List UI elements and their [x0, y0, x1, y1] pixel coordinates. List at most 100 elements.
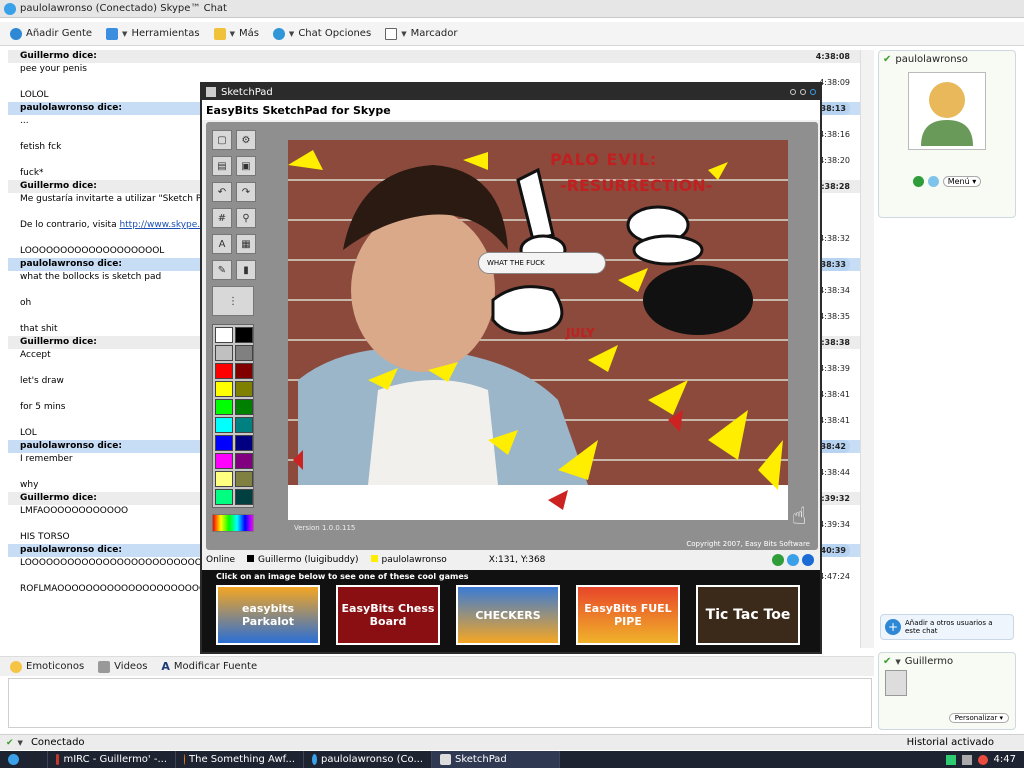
game-fuel-pipe[interactable]: EasyBits FUEL PIPE — [576, 585, 680, 645]
more-button[interactable]: ▼ Más — [213, 27, 259, 40]
task-firefox[interactable]: The Something Awf... — [176, 751, 304, 768]
color-swatch[interactable] — [235, 489, 253, 505]
contact-name: Guillermo — [904, 656, 954, 667]
color-swatch[interactable] — [215, 453, 233, 469]
sketchpad-icon — [440, 754, 451, 765]
text-tool-icon[interactable]: A — [212, 234, 232, 254]
zoom-icon[interactable]: ⚲ — [236, 208, 256, 228]
tray-skype-icon[interactable] — [945, 754, 956, 765]
task-skype-label: paulolawronso (Co... — [320, 754, 423, 765]
game-tic-tac-toe[interactable]: Tic Tac Toe — [696, 585, 800, 645]
task-sketchpad[interactable]: SketchPad — [432, 751, 560, 768]
color-swatch[interactable] — [235, 435, 253, 451]
message-input[interactable] — [8, 678, 872, 728]
color-swatch[interactable] — [215, 345, 233, 361]
emoticons-button[interactable]: Emoticonos — [10, 660, 84, 673]
message-content: pee your penis — [20, 64, 87, 74]
game-checkers-label: CHECKERS — [475, 608, 541, 622]
redo-icon[interactable]: ↷ — [236, 182, 256, 202]
color-swatch[interactable] — [235, 381, 253, 397]
color-palette — [212, 324, 254, 508]
add-users-button[interactable]: + Añadir a otros usuarios a este chat — [880, 614, 1014, 640]
tools-label: Herramientas — [131, 28, 200, 39]
color-swatch[interactable] — [215, 399, 233, 415]
maximize-button[interactable] — [800, 89, 806, 95]
minimize-button[interactable] — [790, 89, 796, 95]
chevron-down-icon[interactable]: ▼ — [895, 658, 900, 666]
hand-cursor-icon: ☝ — [792, 502, 807, 530]
message-time: 4:38:41 — [819, 390, 850, 399]
task-skype[interactable]: paulolawronso (Co... — [304, 751, 432, 768]
contacts-sidebar: ✔ paulolawronso Menú ▾ + Añadir a otros … — [878, 50, 1016, 730]
image-icon[interactable]: ▦ — [236, 234, 256, 254]
close-button[interactable] — [810, 89, 816, 95]
undo-icon[interactable]: ↶ — [212, 182, 232, 202]
save-icon[interactable]: ▣ — [236, 156, 256, 176]
color-swatch[interactable] — [215, 363, 233, 379]
brush-icon[interactable]: ▮ — [236, 260, 256, 280]
game-chess-board[interactable]: EasyBits Chess Board — [336, 585, 440, 645]
modify-font-button[interactable]: A Modificar Fuente — [161, 660, 257, 673]
add-people-button[interactable]: Añadir Gente — [10, 27, 93, 40]
call-icon[interactable] — [772, 554, 784, 566]
info-icon[interactable] — [802, 554, 814, 566]
arrow-up-icon — [106, 27, 119, 40]
tool-panel: ▢ ⚙ ▤ ▣ ↶ ↷ # ⚲ A ▦ ✎ ▮ ⋮ — [212, 130, 260, 532]
window-titlebar: paulolawronso (Conectado) Skype™ Chat — [0, 0, 1024, 18]
tools-button[interactable]: ▼ Herramientas — [106, 27, 200, 40]
color-swatch[interactable] — [235, 363, 253, 379]
user-2-name: paulolawronso — [381, 555, 447, 565]
color-swatch[interactable] — [215, 327, 233, 343]
custom-color-icon[interactable] — [212, 514, 254, 532]
sketchpad-header: EasyBits SketchPad for Skype — [202, 100, 820, 120]
color-swatch[interactable] — [235, 471, 253, 487]
user-1-color — [247, 555, 255, 562]
chat-icon[interactable] — [927, 176, 939, 187]
chat-options-button[interactable]: ▼ Chat Opciones — [272, 27, 371, 40]
color-swatch[interactable] — [235, 417, 253, 433]
color-swatch[interactable] — [215, 417, 233, 433]
history-status: Historial activado — [906, 737, 994, 748]
chevron-down-icon[interactable]: ▼ — [18, 739, 23, 747]
open-folder-icon[interactable]: ▤ — [212, 156, 232, 176]
brush-size-icon[interactable]: ⋮ — [212, 286, 254, 316]
message-time: 4:38:32 — [819, 234, 850, 243]
menu-button[interactable]: Menú ▾ — [942, 176, 982, 187]
color-swatch[interactable] — [215, 435, 233, 451]
chat-scrollbar[interactable] — [860, 50, 874, 648]
color-swatch[interactable] — [235, 327, 253, 343]
add-people-label: Añadir Gente — [26, 28, 93, 39]
call-icon[interactable] — [912, 176, 924, 187]
speech-bubble: WHAT THE FUCK — [478, 252, 606, 274]
game-checkers[interactable]: CHECKERS — [456, 585, 560, 645]
game-parkalot[interactable]: easybits Parkalot — [216, 585, 320, 645]
grid-icon[interactable]: # — [212, 208, 232, 228]
color-swatch[interactable] — [215, 489, 233, 505]
personalize-button[interactable]: Personalizar ▾ — [948, 713, 1009, 723]
drawing-canvas[interactable]: WHAT THE FUCK PALO EVIL: -RESURRECTION- … — [288, 140, 788, 520]
color-swatch[interactable] — [235, 453, 253, 469]
message-time: 4:47:24 — [819, 572, 850, 581]
personalize-label: Personalizar — [954, 714, 998, 722]
color-swatch[interactable] — [235, 345, 253, 361]
skype-icon[interactable] — [787, 554, 799, 566]
more-label: Más — [238, 28, 259, 39]
contact-card: ✔ ▼ Guillermo Personalizar ▾ — [878, 652, 1016, 730]
new-page-icon[interactable]: ▢ — [212, 130, 232, 150]
message-text: pee your penis — [8, 63, 874, 76]
pencil-icon[interactable]: ✎ — [212, 260, 232, 280]
bookmark-button[interactable]: ▼ Marcador — [385, 27, 457, 40]
color-swatch[interactable] — [215, 471, 233, 487]
online-icon: ✔ — [883, 54, 892, 65]
color-swatch[interactable] — [235, 399, 253, 415]
modify-font-label: Modificar Fuente — [173, 661, 258, 672]
settings-icon[interactable]: ⚙ — [236, 130, 256, 150]
start-button[interactable] — [0, 751, 48, 768]
videos-button[interactable]: Videos — [98, 660, 147, 673]
tray-alert-icon[interactable] — [977, 754, 988, 765]
color-swatch[interactable] — [215, 381, 233, 397]
task-mirc[interactable]: mIRC - Guillermo' -... — [48, 751, 176, 768]
video-icon — [98, 660, 111, 673]
tray-network-icon[interactable] — [961, 754, 972, 765]
puzzle-icon — [213, 27, 226, 40]
